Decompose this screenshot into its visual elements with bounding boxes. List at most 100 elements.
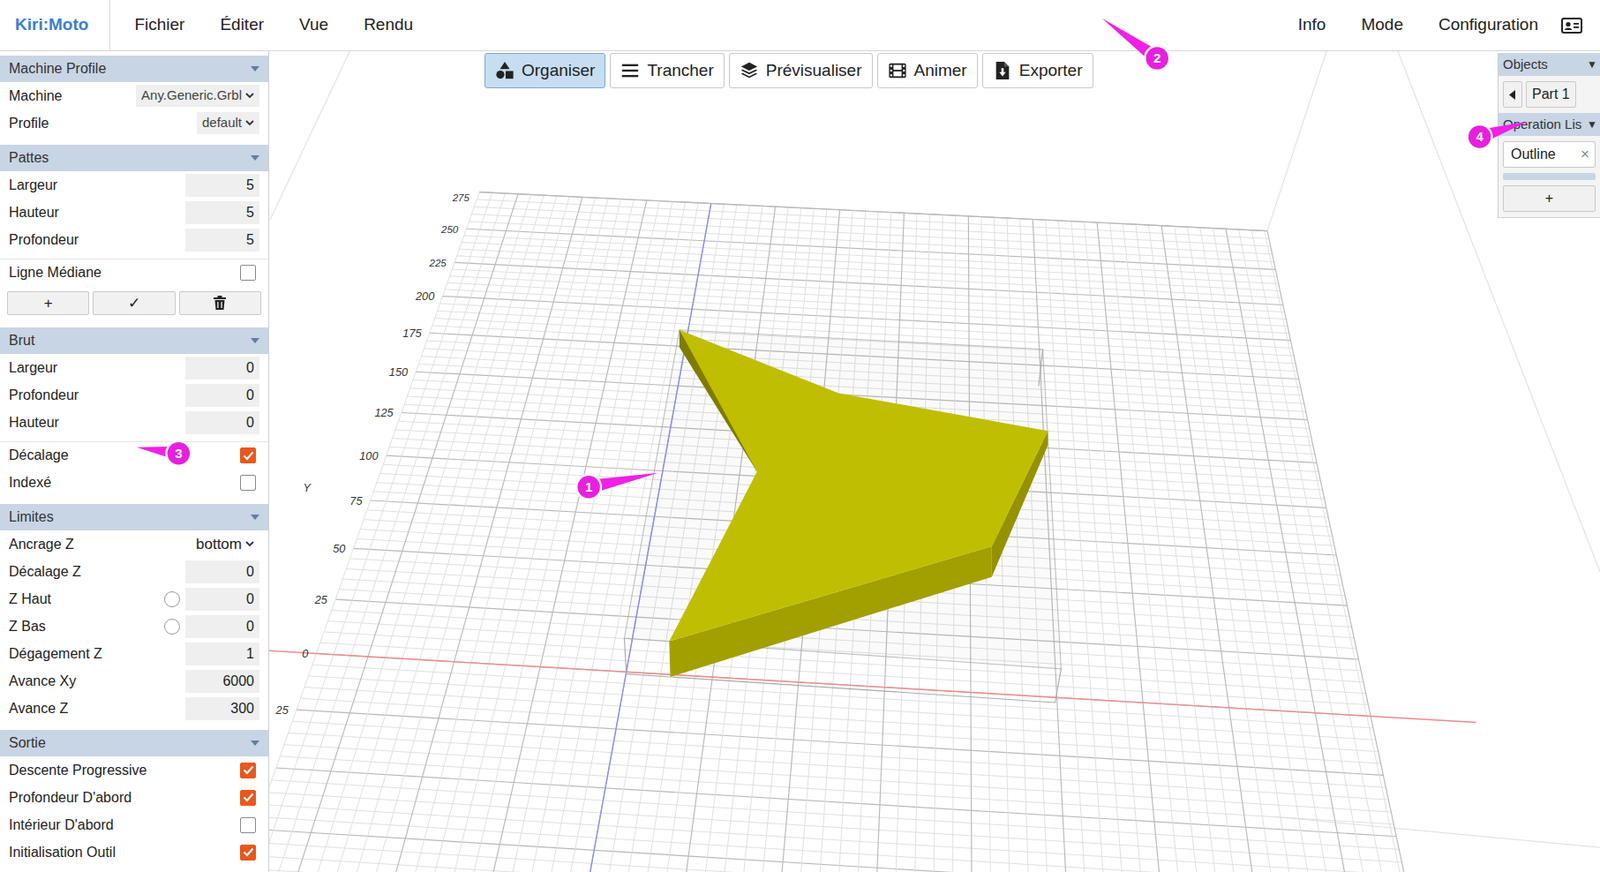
chevron-down-icon[interactable]: [245, 120, 255, 127]
lines-icon[interactable]: [620, 60, 640, 81]
axis-tick: 0: [301, 646, 308, 661]
number-input[interactable]: 1: [185, 642, 260, 666]
remove-button[interactable]: ×: [1580, 142, 1590, 166]
operation-item[interactable]: Outline×: [1502, 141, 1596, 168]
setting-label: Descente Progressive: [8, 759, 148, 782]
checkbox[interactable]: [240, 844, 256, 861]
settings-section: Machine ProfileMachineAny.Generic.GrblPr…: [0, 55, 269, 137]
operations-header[interactable]: Operation Lis▼: [1498, 112, 1600, 136]
mode-button[interactable]: Organiser: [484, 52, 606, 89]
number-input[interactable]: 5: [185, 201, 260, 225]
setting-row: Profiledefault: [0, 109, 269, 137]
section-header[interactable]: Limites: [0, 503, 269, 531]
add-operation-button[interactable]: +: [1502, 185, 1596, 212]
number-input[interactable]: 0: [185, 356, 260, 380]
menu-item[interactable]: Fichier: [116, 12, 203, 38]
number-input[interactable]: 0: [185, 615, 260, 639]
bed-grid[interactable]: 275250225200175150125100755025025Y: [269, 51, 1600, 872]
checkbox[interactable]: [240, 447, 256, 464]
settings-section: LimitesAncrage Z bottom Décalage Z 0 Z Haut 0…: [0, 503, 269, 722]
number-input[interactable]: 300: [185, 697, 260, 721]
svg-text:4: 4: [1475, 128, 1484, 144]
number-input[interactable]: 0: [185, 587, 260, 611]
menu-item[interactable]: Éditer: [202, 12, 282, 38]
chevron-down-icon[interactable]: [245, 92, 255, 99]
file-download-icon[interactable]: [992, 60, 1013, 81]
callout-marker: 4: [1467, 121, 1528, 150]
tab-action-button[interactable]: +: [7, 291, 90, 316]
number-input[interactable]: 0: [185, 560, 260, 584]
objects-header[interactable]: Objects▼: [1498, 52, 1600, 76]
setting-select[interactable]: bottom: [190, 532, 260, 557]
setting-row: Descente Progressive: [0, 756, 269, 784]
setting-label: Hauteur: [8, 202, 60, 224]
checkbox[interactable]: [240, 762, 256, 779]
radio-button[interactable]: [164, 591, 181, 608]
menu-item[interactable]: Rendu: [345, 12, 431, 38]
tab-action-button[interactable]: ✓: [92, 291, 175, 316]
chevron-down-icon[interactable]: [245, 540, 255, 548]
id-card-icon[interactable]: [1555, 16, 1588, 35]
setting-label: Z Bas: [8, 615, 46, 638]
workspace-canvas[interactable]: 275250225200175150125100755025025YOrgani…: [269, 51, 1600, 872]
setting-row: Décalage: [0, 441, 269, 469]
collapse-icon[interactable]: [250, 66, 260, 72]
mode-button[interactable]: Trancher: [609, 52, 724, 89]
checkbox[interactable]: [240, 817, 256, 834]
section-header[interactable]: Brut: [0, 327, 269, 354]
part-model[interactable]: [668, 330, 1048, 677]
mode-button[interactable]: Exporter: [982, 52, 1094, 89]
menu-item[interactable]: Vue: [281, 12, 346, 38]
collapse-icon[interactable]: [250, 155, 260, 161]
setting-row: Largeur0: [0, 353, 269, 382]
number-input[interactable]: 6000: [185, 669, 260, 693]
number-input[interactable]: 0: [185, 411, 260, 435]
mode-button[interactable]: Prévisualiser: [728, 52, 873, 89]
delete-button[interactable]: [179, 291, 262, 316]
setting-label: Z Haut: [8, 588, 52, 610]
app-logo[interactable]: Kiri:Moto: [0, 0, 111, 51]
svg-text:3: 3: [174, 445, 182, 461]
shapes-icon[interactable]: [495, 60, 515, 81]
setting-select[interactable]: default: [196, 112, 260, 135]
menu-item[interactable]: Info: [1280, 12, 1345, 38]
number-input[interactable]: 5: [185, 228, 260, 252]
axis-tick: 25: [314, 593, 329, 607]
setting-label: Indexé: [8, 472, 52, 494]
collapse-icon[interactable]: [250, 338, 260, 344]
setting-row: Hauteur0: [0, 408, 269, 436]
radio-group: 0: [164, 587, 260, 611]
part-row: Part 1: [1498, 75, 1600, 113]
checkbox[interactable]: [240, 474, 256, 491]
menu-bar: Kiri:MotoFichierÉditerVueRendu InfoModeCo…: [0, 0, 1600, 52]
section-header[interactable]: Sortie: [0, 729, 269, 757]
setting-row: Ligne Médiane: [0, 258, 269, 286]
caret-left-icon[interactable]: [1509, 90, 1517, 100]
menu-item[interactable]: Configuration: [1420, 12, 1556, 38]
collapse-icon[interactable]: [250, 514, 260, 520]
number-input[interactable]: 0: [185, 383, 260, 407]
setting-label: Profondeur D'abord: [8, 787, 132, 809]
callout-marker: 2: [1102, 18, 1170, 71]
section-header[interactable]: Pattes: [0, 144, 269, 172]
setting-label: Ancrage Z: [8, 533, 75, 556]
setting-label: Intérieur D'abord: [8, 814, 114, 836]
number-input[interactable]: 5: [185, 173, 260, 197]
layers-icon[interactable]: [739, 60, 759, 81]
radio-button[interactable]: [164, 618, 181, 635]
checkbox[interactable]: [240, 264, 256, 281]
setting-label: Avance Z: [8, 698, 68, 720]
axis-tick: 200: [414, 289, 435, 303]
previous-button[interactable]: [1502, 81, 1523, 108]
section-header[interactable]: Machine Profile: [0, 55, 269, 83]
checkbox[interactable]: [240, 789, 256, 806]
menu-item[interactable]: Mode: [1343, 12, 1421, 38]
setting-select[interactable]: Any.Generic.Grbl: [135, 84, 260, 107]
trash-icon[interactable]: [213, 295, 226, 310]
setting-label: Décalage Z: [8, 561, 82, 583]
collapse-icon[interactable]: [250, 740, 260, 746]
setting-label: Décalage: [8, 444, 69, 466]
mode-button[interactable]: Animer: [877, 52, 978, 89]
part-button[interactable]: Part 1: [1525, 81, 1577, 108]
film-icon[interactable]: [887, 60, 908, 81]
